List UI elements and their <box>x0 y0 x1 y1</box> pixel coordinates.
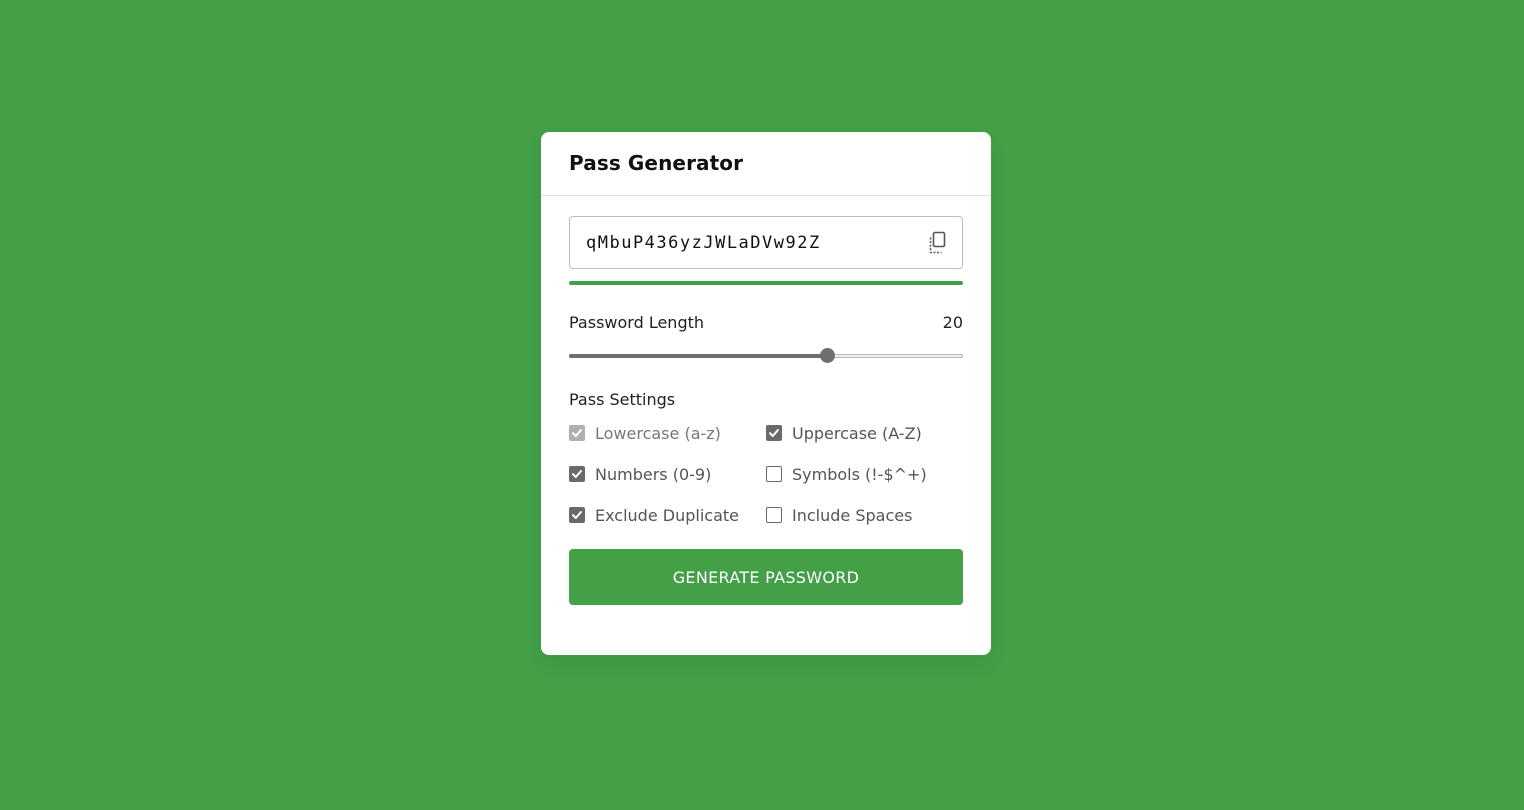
option-uppercase[interactable]: Uppercase (A-Z) <box>766 423 963 443</box>
password-strength-bar <box>569 281 963 285</box>
checkbox-include-spaces[interactable] <box>766 507 782 523</box>
option-label: Symbols (!-$^+) <box>792 464 927 484</box>
option-label: Exclude Duplicate <box>595 505 739 525</box>
password-text[interactable]: qMbuP436yzJWLaDVw92Z <box>586 233 821 253</box>
card-header: Pass Generator <box>541 132 991 196</box>
option-numbers[interactable]: Numbers (0-9) <box>569 464 766 484</box>
length-label: Password Length <box>569 313 705 332</box>
settings-title: Pass Settings <box>569 390 676 409</box>
slider-thumb[interactable] <box>820 348 836 363</box>
option-include-spaces[interactable]: Include Spaces <box>766 505 963 525</box>
password-generator-card: Pass Generator qMbuP436yzJWLaDVw92Z Pass… <box>541 132 991 655</box>
option-label: Include Spaces <box>792 505 913 525</box>
checkbox-uppercase[interactable] <box>766 425 782 441</box>
length-slider[interactable] <box>569 348 963 364</box>
option-symbols[interactable]: Symbols (!-$^+) <box>766 464 963 484</box>
length-value: 20 <box>942 313 963 332</box>
option-label: Uppercase (A-Z) <box>792 423 922 443</box>
option-label: Lowercase (a-z) <box>595 423 721 443</box>
checkbox-numbers[interactable] <box>569 466 585 482</box>
option-exclude-duplicate[interactable]: Exclude Duplicate <box>569 505 766 525</box>
generate-password-button[interactable]: GENERATE PASSWORD <box>569 549 963 605</box>
checkbox-exclude-duplicate[interactable] <box>569 507 585 523</box>
slider-fill <box>569 354 828 358</box>
app-title: Pass Generator <box>569 151 744 175</box>
checkbox-symbols[interactable] <box>766 466 782 482</box>
settings-options: Lowercase (a-z) Uppercase (A-Z) Numbers … <box>569 423 963 525</box>
checkbox-lowercase[interactable] <box>569 425 585 441</box>
option-label: Numbers (0-9) <box>595 464 712 484</box>
card-body: qMbuP436yzJWLaDVw92Z Password Length 20 … <box>541 196 991 605</box>
password-output-field[interactable]: qMbuP436yzJWLaDVw92Z <box>569 216 963 269</box>
option-lowercase[interactable]: Lowercase (a-z) <box>569 423 766 443</box>
length-row: Password Length 20 <box>569 313 963 332</box>
copy-icon[interactable] <box>927 231 949 255</box>
